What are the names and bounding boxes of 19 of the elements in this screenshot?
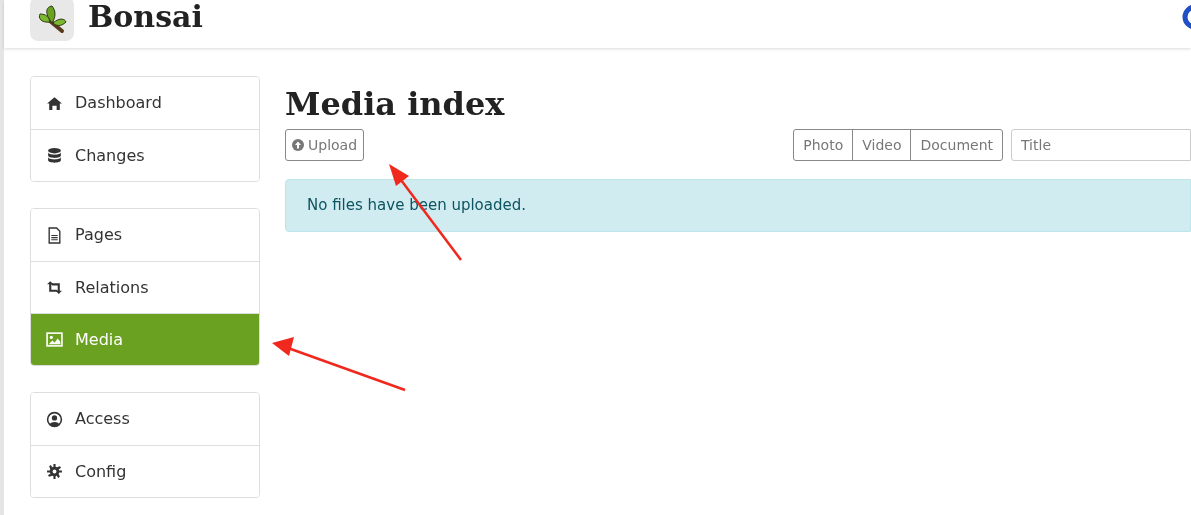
upload-icon [292,139,304,151]
avatar-icon[interactable] [1182,4,1191,30]
filter-button[interactable]: Photo [794,130,853,160]
nav-item[interactable]: Config [31,445,259,497]
filter-button[interactable]: Document [910,130,1002,160]
gear-icon [46,463,63,480]
title-search-field[interactable]: Title [1011,129,1191,161]
retweet-icon [46,279,63,296]
filter-button[interactable]: Video [852,130,911,160]
app-title: Bonsai [88,0,203,36]
page-title: Media index [285,84,506,124]
upload-button[interactable]: Upload [285,129,365,161]
nav-item[interactable]: Changes [31,129,259,181]
document-icon [46,226,63,244]
database-icon [46,147,63,164]
user-circle-icon [46,410,63,428]
image-icon [46,331,63,348]
bonsai-logo-icon[interactable] [30,0,74,41]
home-icon [46,94,63,112]
